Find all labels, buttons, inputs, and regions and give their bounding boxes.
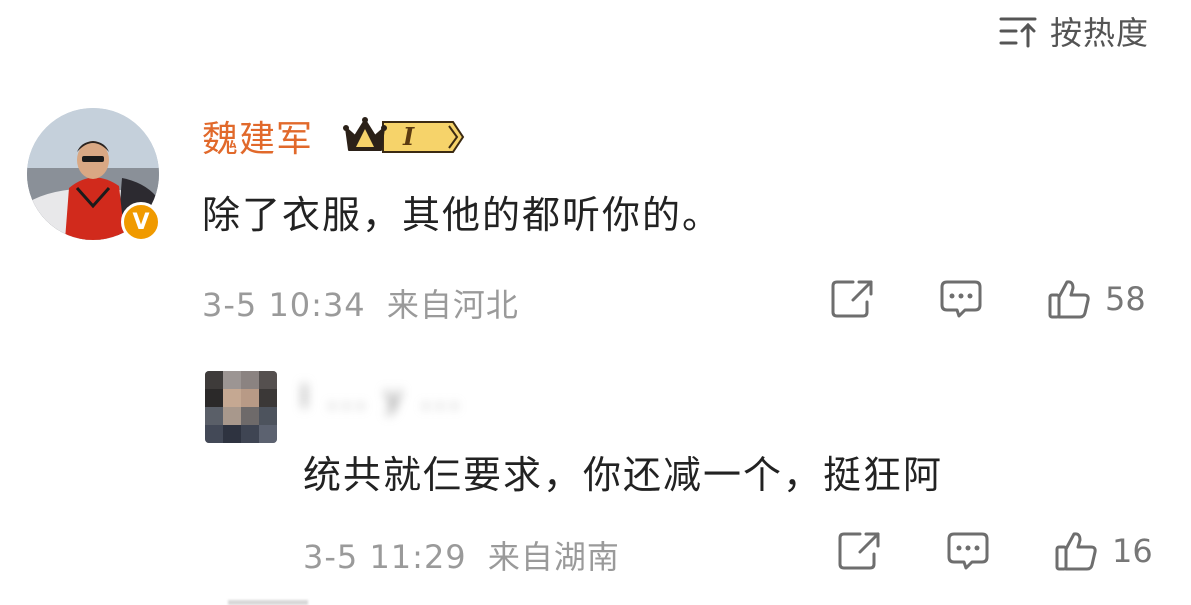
comment-username[interactable]: 魏建军 [202, 110, 313, 162]
reply-like-count: 16 [1112, 532, 1153, 570]
comment-time: 3-5 10:34 [202, 286, 366, 324]
comment-meta: 3-5 10:34 来自河北 [202, 280, 519, 326]
sort-label: 按热度 [1049, 14, 1149, 52]
like-count: 58 [1105, 280, 1146, 318]
reply-actions: 16 [836, 530, 1153, 572]
badge-level: I [403, 122, 415, 151]
reply-text: 统共就仨要求，你还减一个，挺狂阿 [303, 453, 944, 497]
verified-icon: V [121, 202, 161, 242]
share-icon [838, 532, 880, 570]
comment-icon [940, 280, 982, 318]
comment-icon [947, 532, 989, 570]
next-comment-edge [228, 600, 308, 605]
reply-username[interactable]: l ... y ... [300, 378, 463, 416]
like-button[interactable]: 58 [1047, 278, 1146, 320]
reply-share-button[interactable] [836, 530, 882, 572]
like-icon [1055, 532, 1097, 571]
reply-meta: 3-5 11:29 来自湖南 [303, 532, 620, 578]
sort-icon [998, 13, 1038, 49]
reply-time: 3-5 11:29 [303, 538, 467, 576]
reply-button[interactable] [939, 278, 983, 320]
share-button[interactable] [829, 278, 875, 320]
comment-text: 除了衣服，其他的都听你的。 [202, 193, 723, 237]
comment-location: 来自河北 [386, 286, 519, 324]
comment-actions: 58 [829, 278, 1146, 320]
reply-comment-button[interactable] [946, 530, 990, 572]
reply-avatar[interactable] [205, 371, 277, 443]
sort-by-hot-button[interactable]: 按热度 [998, 8, 1149, 54]
share-icon [831, 280, 873, 318]
comments-panel: 按热度 V 魏建军 I 除了衣服，其他的都听你的。 3-5 10:34 来自河北… [0, 0, 1191, 605]
reply-like-button[interactable]: 16 [1054, 530, 1153, 572]
member-crown-badge[interactable]: I [343, 116, 465, 158]
reply-location: 来自湖南 [487, 538, 620, 576]
like-icon [1048, 280, 1090, 319]
